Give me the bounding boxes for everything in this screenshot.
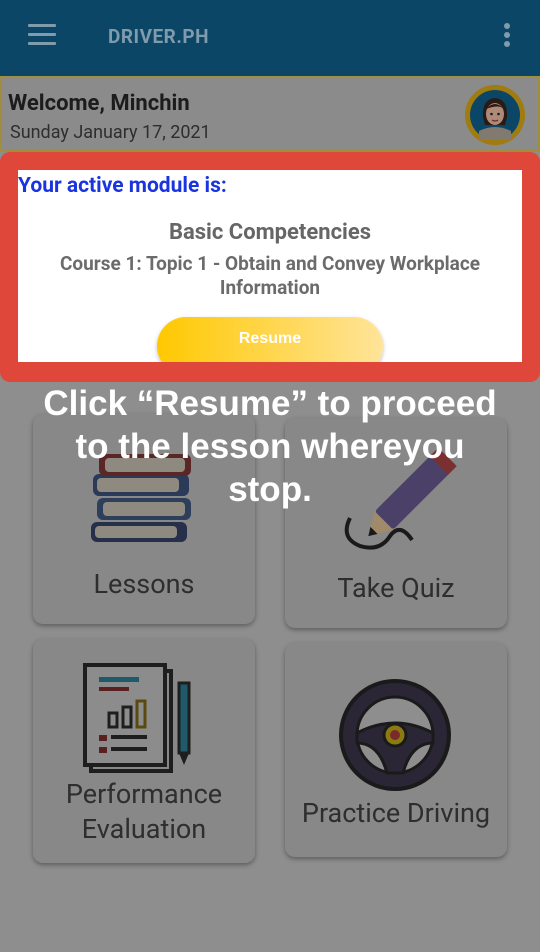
module-subtitle: Course 1: Topic 1 - Obtain and Convey Wo… xyxy=(59,252,480,299)
lessons-label: Lessons xyxy=(93,568,195,600)
practice-driving-label: Practice Driving xyxy=(301,797,491,829)
user-avatar-icon xyxy=(465,85,525,145)
performance-evaluation-tile[interactable]: Performance Evaluation xyxy=(33,639,255,863)
module-title: Basic Competencies xyxy=(168,220,372,245)
active-module-card: Your active module is: Basic Competencie… xyxy=(18,170,522,362)
take-quiz-label: Take Quiz xyxy=(337,572,455,604)
practice-driving-tile[interactable]: Practice Driving xyxy=(285,643,507,857)
welcome-date: Sunday January 17, 2021 xyxy=(10,122,211,143)
menu-icon[interactable] xyxy=(28,24,56,46)
avatar[interactable] xyxy=(465,85,525,145)
welcome-bar: Welcome, Minchin Sunday January 17, 2021 xyxy=(0,76,540,152)
more-options-icon[interactable] xyxy=(502,23,512,49)
module-heading: Your active module is: xyxy=(18,174,227,198)
steering-wheel-icon xyxy=(339,679,451,791)
performance-label-line1: Performance xyxy=(65,778,223,810)
report-icon xyxy=(83,663,191,773)
tutorial-instruction: Click “Resume” to proceed to the lesson … xyxy=(43,384,497,509)
welcome-greeting: Welcome, Minchin xyxy=(8,91,190,116)
app-bar: DRIVER.PH xyxy=(0,0,540,76)
performance-label-line2: Evaluation xyxy=(81,813,207,845)
app-title: DRIVER.PH xyxy=(108,25,210,48)
resume-button-label: Resume xyxy=(238,330,302,347)
resume-button[interactable]: Resume xyxy=(157,317,383,362)
